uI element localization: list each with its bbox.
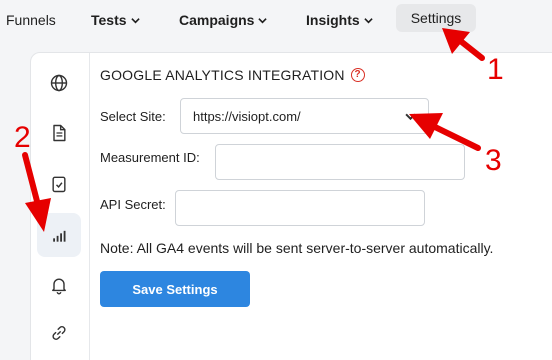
annotation-number-2: 2 — [14, 121, 31, 154]
annotation-number-3: 3 — [485, 144, 502, 177]
annotation-arrow-2 — [22, 152, 51, 232]
annotation-arrow-3 — [409, 113, 481, 151]
annotation-arrow-1 — [442, 28, 485, 61]
annotation-number-1: 1 — [487, 53, 504, 86]
annotation-arrows — [22, 28, 485, 232]
